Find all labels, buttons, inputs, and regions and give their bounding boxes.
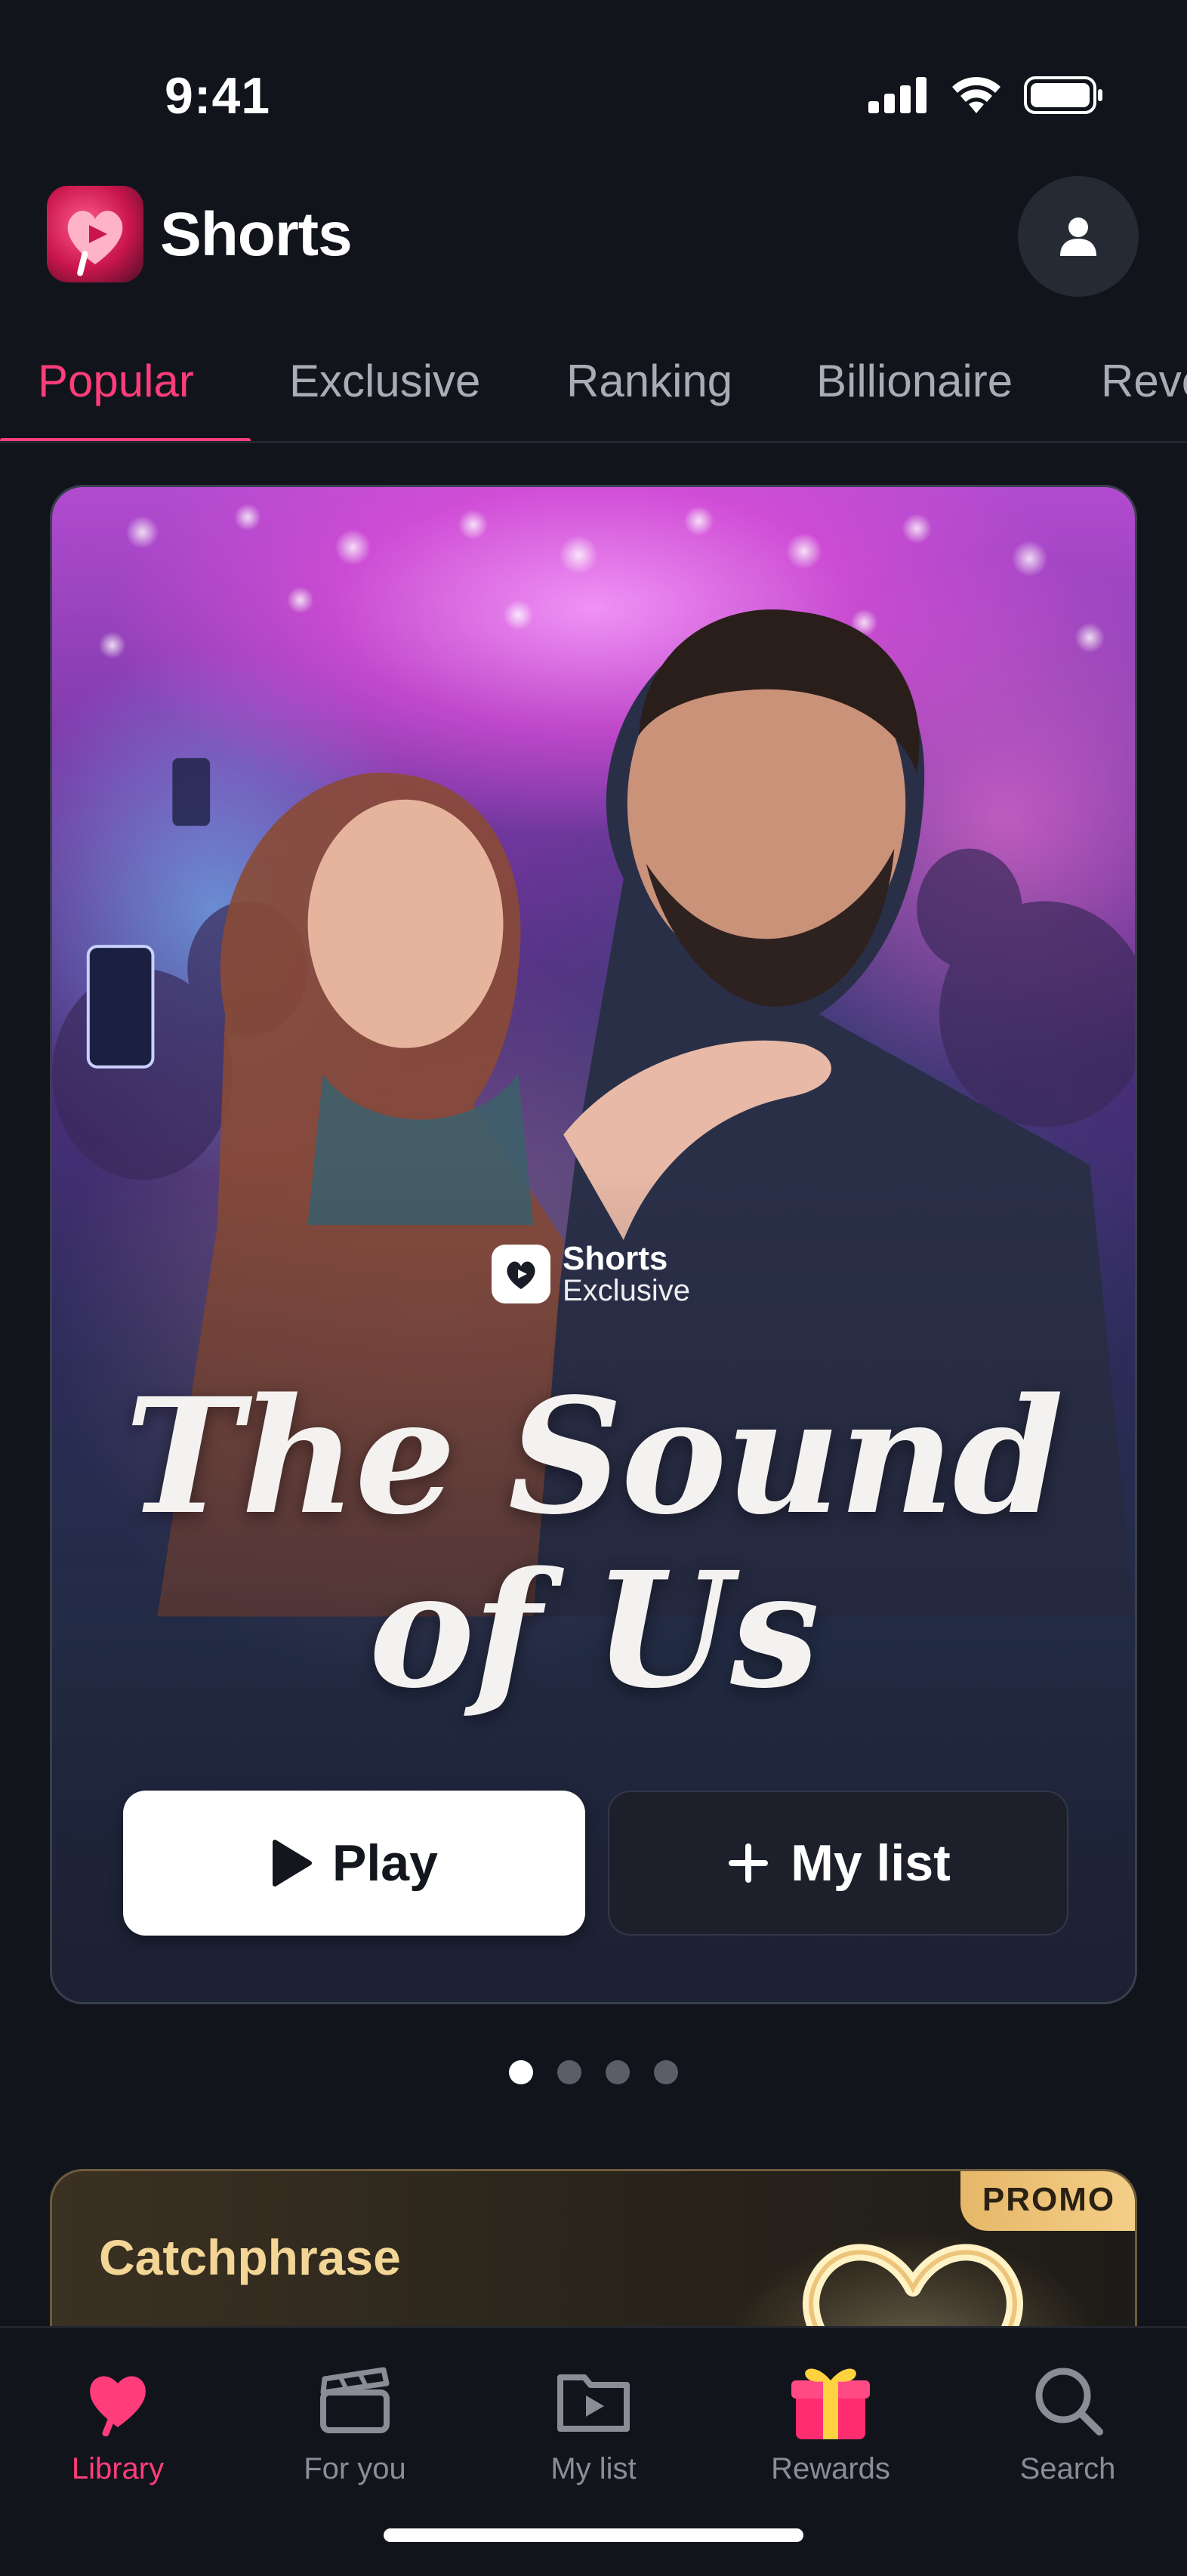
carousel-dot-2[interactable] <box>557 2060 581 2084</box>
my-list-button-label: My list <box>791 1834 951 1892</box>
play-button-label: Play <box>332 1834 438 1892</box>
heart-icon <box>90 2376 146 2436</box>
app-title: Shorts <box>160 200 353 269</box>
cellular-signal-icon <box>868 77 926 113</box>
person-icon <box>1060 217 1096 256</box>
nav-rewards-label: Rewards <box>771 2452 890 2485</box>
tab-reve[interactable]: Reve <box>1101 355 1187 407</box>
featured-hero-card[interactable]: Shorts Exclusive The Sound of Us Play My… <box>50 485 1137 2004</box>
show-title-line-1: The Sound <box>125 1363 1064 1550</box>
promo-badge: PROMO <box>960 2171 1135 2231</box>
status-icons <box>868 76 1104 115</box>
badge-title: Shorts <box>563 1240 668 1277</box>
nav-for-you-label: For you <box>304 2452 406 2485</box>
tab-ranking[interactable]: Ranking <box>566 355 732 407</box>
active-tab-indicator <box>0 438 251 441</box>
category-tabs: Popular Exclusive Ranking Billionaire Re… <box>0 332 1187 443</box>
nav-search-label: Search <box>1019 2452 1116 2485</box>
nav-my-list[interactable]: My list <box>480 2343 707 2486</box>
carousel-dot-4[interactable] <box>654 2060 678 2084</box>
battery-icon <box>1024 76 1102 114</box>
badge-subtitle: Exclusive <box>563 1274 690 1307</box>
carousel-pagination <box>0 2060 1187 2084</box>
nav-search[interactable]: Search <box>954 2343 1181 2486</box>
carousel-dot-3[interactable] <box>606 2060 630 2084</box>
gift-icon <box>791 2368 870 2439</box>
nav-my-list-label: My list <box>550 2452 637 2485</box>
promo-title: Catchphrase <box>99 2229 401 2285</box>
app-logo <box>47 186 143 282</box>
nav-rewards[interactable]: Rewards <box>717 2343 944 2486</box>
search-icon <box>1035 2368 1103 2436</box>
tab-billionaire[interactable]: Billionaire <box>816 355 1013 407</box>
profile-button[interactable] <box>1018 176 1139 297</box>
app-header: Shorts <box>0 174 1187 297</box>
add-to-my-list-button[interactable]: My list <box>608 1791 1068 1936</box>
wifi-icon <box>952 77 1000 113</box>
tab-exclusive[interactable]: Exclusive <box>289 355 480 407</box>
show-title-line-2: of Us <box>368 1537 820 1723</box>
home-indicator[interactable] <box>384 2528 803 2542</box>
plus-icon <box>729 1843 769 1883</box>
play-icon <box>273 1840 313 1886</box>
status-bar: 9:41 <box>0 0 1187 151</box>
nav-for-you[interactable]: For you <box>242 2343 468 2486</box>
shorts-logo-icon <box>492 1245 550 1303</box>
nav-library-label: Library <box>71 2452 165 2485</box>
tab-popular[interactable]: Popular <box>38 355 194 407</box>
clapperboard-icon <box>320 2367 390 2433</box>
status-time: 9:41 <box>165 67 271 125</box>
nav-library[interactable]: Library <box>5 2343 231 2486</box>
carousel-dot-1[interactable] <box>509 2060 533 2084</box>
play-button[interactable]: Play <box>123 1791 585 1936</box>
play-folder-icon <box>557 2374 630 2432</box>
shorts-exclusive-badge: Shorts Exclusive <box>492 1242 690 1306</box>
